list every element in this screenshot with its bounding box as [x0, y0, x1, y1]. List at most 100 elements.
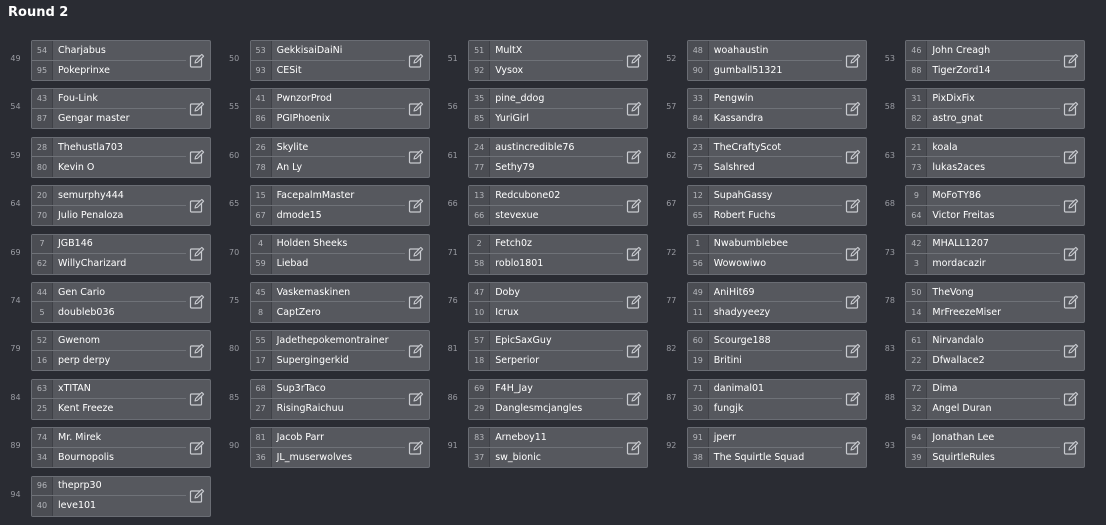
player-seed: 2	[469, 234, 491, 254]
edit-match-button[interactable]	[621, 41, 647, 80]
player-slot-top: 61 Nirvandalo	[906, 331, 1061, 351]
edit-match-button[interactable]	[184, 380, 210, 419]
player-slot-top: 7 JGB146	[32, 234, 186, 255]
edit-match-button[interactable]	[840, 380, 866, 419]
player-name: Gengar master	[58, 113, 130, 125]
edit-match-button[interactable]	[1058, 283, 1084, 322]
player-name: CESit	[276, 64, 302, 76]
edit-match-button[interactable]	[403, 283, 429, 322]
edit-match-button[interactable]	[184, 41, 210, 80]
match-number: 75	[229, 295, 240, 305]
player-seed: 17	[250, 350, 272, 371]
edit-match-button[interactable]	[840, 428, 866, 467]
match-number: 85	[229, 392, 240, 402]
edit-match-button[interactable]	[621, 89, 647, 128]
player-seed: 92	[469, 60, 491, 80]
edit-match-button[interactable]	[1058, 186, 1084, 225]
edit-match-button[interactable]	[184, 138, 210, 177]
edit-pencil-icon	[845, 295, 860, 310]
match: 94 96 theprp30 40 leve101	[0, 475, 219, 524]
edit-match-button[interactable]	[840, 138, 866, 177]
edit-match-button[interactable]	[1058, 428, 1084, 467]
edit-match-button[interactable]	[403, 380, 429, 419]
player-seed: 8	[250, 302, 272, 322]
player-name: Julio Penaloza	[58, 209, 124, 221]
match: 80 55 Jadethepokemontrainer 17 Superging…	[219, 330, 438, 378]
edit-match-button[interactable]	[621, 283, 647, 322]
edit-match-button[interactable]	[184, 235, 210, 274]
match-box: 23 TheCraftyScot 75 Salshred	[686, 136, 867, 178]
edit-match-button[interactable]	[1058, 235, 1084, 274]
edit-match-button[interactable]	[184, 428, 210, 467]
player-slot-bottom: 93 CESit	[250, 60, 405, 80]
player-slot-bottom: 29 Danglesmcjangles	[469, 399, 623, 419]
match-box: 57 EpicSaxGuy 18 Serperior	[468, 330, 649, 372]
edit-match-button[interactable]	[403, 235, 429, 274]
edit-match-button[interactable]	[840, 331, 866, 370]
edit-match-button[interactable]	[184, 331, 210, 370]
match-number: 53	[884, 54, 895, 63]
player-seed: 20	[32, 186, 53, 205]
edit-match-button[interactable]	[1058, 41, 1084, 80]
player-seed: 66	[469, 205, 491, 226]
match-box: 53 GekkisaiDaiNi 93 CESit	[249, 40, 430, 81]
player-name: CaptZero	[276, 306, 321, 318]
match-box: 61 Nirvandalo 22 Dfwallace2	[905, 330, 1086, 372]
edit-match-button[interactable]	[1058, 138, 1084, 177]
edit-match-button[interactable]	[621, 186, 647, 225]
edit-match-button[interactable]	[184, 186, 210, 225]
player-name: Thehustla703	[58, 141, 123, 153]
edit-match-button[interactable]	[840, 186, 866, 225]
edit-pencil-icon	[627, 440, 642, 455]
edit-match-button[interactable]	[621, 331, 647, 370]
edit-match-button[interactable]	[403, 138, 429, 177]
player-seed: 80	[32, 157, 53, 177]
edit-match-button[interactable]	[1058, 89, 1084, 128]
match-box: 12 SupahGassy 65 Robert Fuchs	[686, 185, 867, 227]
player-name: Fetch0z	[495, 238, 532, 250]
match-number: 86	[447, 392, 458, 402]
match-box: 96 theprp30 40 leve101	[31, 475, 211, 517]
edit-pencil-icon	[408, 246, 423, 261]
edit-match-button[interactable]	[184, 89, 210, 128]
player-name: PGIPhoenix	[276, 113, 331, 125]
player-slot-top: 24 austincredible76	[469, 137, 624, 158]
player-name: F4H_Jay	[495, 383, 533, 395]
match-box: 71 danimal01 30 fungjk	[686, 378, 867, 420]
player-slot-bottom: 67 dmode15	[250, 205, 405, 226]
match: 50 53 GekkisaiDaiNi 93 CESit	[219, 40, 438, 88]
edit-match-button[interactable]	[403, 186, 429, 225]
match: 69 7 JGB146 62 WillyCharizard	[0, 233, 219, 282]
match-number: 74	[10, 295, 21, 305]
player-name: Serperior	[495, 355, 540, 367]
edit-match-button[interactable]	[1058, 331, 1084, 370]
edit-match-button[interactable]	[184, 283, 210, 322]
player-seed: 27	[250, 399, 272, 419]
edit-match-button[interactable]	[621, 380, 647, 419]
match-number: 63	[884, 150, 895, 160]
edit-match-button[interactable]	[840, 89, 866, 128]
player-seed: 57	[469, 331, 491, 350]
edit-match-button[interactable]	[621, 428, 647, 467]
player-slot-bottom: 38 The Squirtle Squad	[687, 447, 842, 468]
edit-match-button[interactable]	[1058, 380, 1084, 419]
player-slot-bottom: 66 stevexue	[469, 205, 623, 226]
edit-pencil-icon	[189, 246, 205, 261]
edit-match-button[interactable]	[621, 138, 647, 177]
edit-pencil-icon	[627, 101, 642, 116]
match-number: 50	[229, 54, 240, 63]
edit-match-button[interactable]	[840, 283, 866, 322]
edit-match-button[interactable]	[184, 477, 210, 516]
edit-match-button[interactable]	[403, 331, 429, 370]
match-number: 93	[884, 441, 895, 451]
edit-match-button[interactable]	[840, 41, 866, 80]
match-number: 71	[447, 247, 458, 257]
player-name: MrFreezeMiser	[932, 306, 1002, 318]
match-number: 55	[229, 102, 240, 112]
edit-match-button[interactable]	[403, 89, 429, 128]
edit-match-button[interactable]	[403, 41, 429, 80]
edit-match-button[interactable]	[403, 428, 429, 467]
match-box: 48 woahaustin 90 gumball51321	[686, 40, 867, 81]
edit-match-button[interactable]	[840, 235, 866, 274]
edit-match-button[interactable]	[621, 235, 647, 274]
